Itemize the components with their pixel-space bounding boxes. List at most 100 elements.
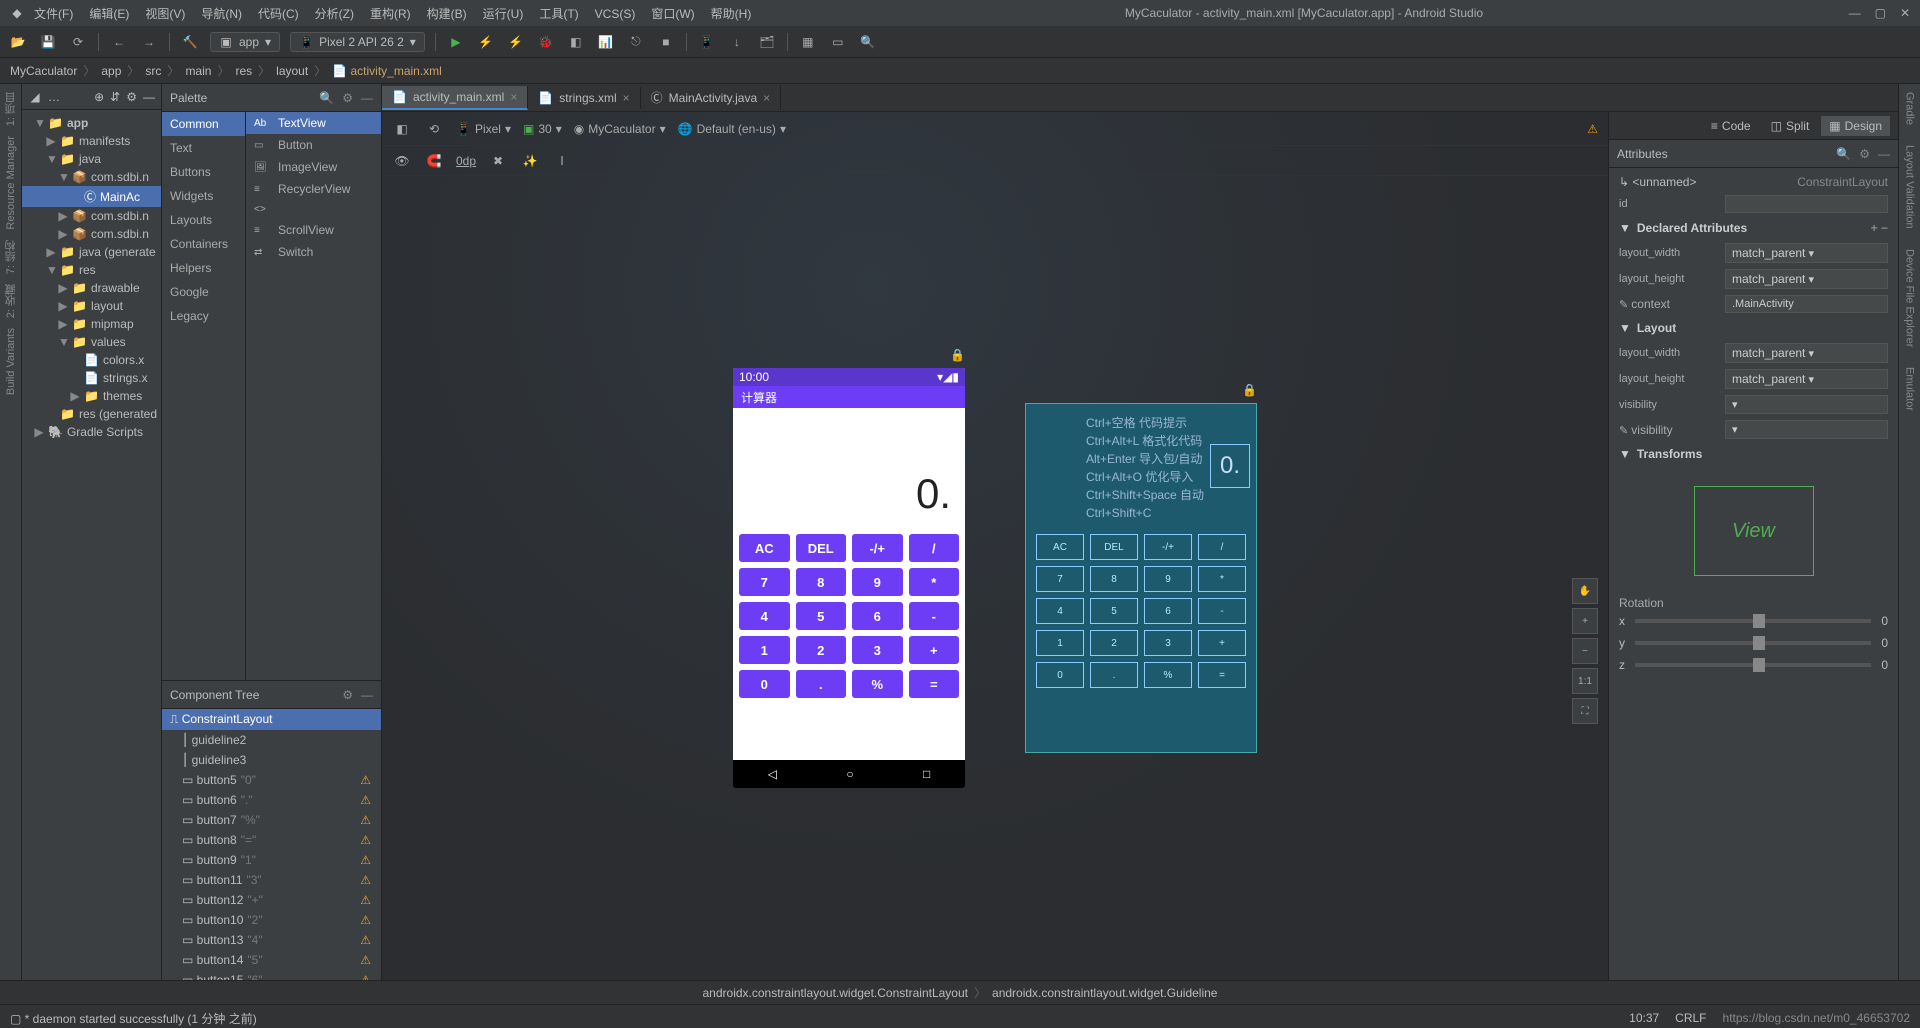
- palette-category[interactable]: Text: [162, 136, 245, 160]
- menu-item[interactable]: 分析(Z): [307, 5, 362, 23]
- component-tree-root[interactable]: ⎍ ConstraintLayout: [162, 709, 381, 730]
- palette-item[interactable]: ≡ScrollView: [246, 219, 381, 241]
- breadcrumb-item[interactable]: MyCaculator: [10, 64, 77, 78]
- breadcrumb-item[interactable]: main: [185, 64, 211, 78]
- run-config-combo[interactable]: ▣app▾: [210, 32, 280, 52]
- component-tree-item[interactable]: ▭ button11"3"⚠: [162, 870, 381, 890]
- eye-icon[interactable]: 👁: [392, 151, 412, 171]
- menu-item[interactable]: 工具(T): [531, 5, 586, 23]
- api-picker[interactable]: ▣30▾: [523, 122, 562, 136]
- open-icon[interactable]: 📂: [8, 32, 28, 52]
- layout-height-field[interactable]: match_parent ▾: [1725, 269, 1888, 289]
- run-icon[interactable]: ▶: [446, 32, 466, 52]
- tool-window-tab[interactable]: Gradle: [1904, 92, 1916, 125]
- pan-icon[interactable]: ✋: [1572, 578, 1598, 604]
- attach-icon[interactable]: ⎋: [626, 32, 646, 52]
- calc-key[interactable]: =: [909, 670, 960, 698]
- stop-icon[interactable]: ■: [656, 32, 676, 52]
- breadcrumb-item[interactable]: src: [145, 64, 161, 78]
- apply-code-icon[interactable]: ⚡: [506, 32, 526, 52]
- expand-icon[interactable]: ⇵: [110, 90, 120, 104]
- minimize-icon[interactable]: —: [361, 91, 373, 105]
- locale-picker[interactable]: 🌐Default (en-us)▾: [678, 122, 786, 136]
- design-view-button[interactable]: ▦ Design: [1821, 116, 1890, 136]
- tree-item[interactable]: ⒸMainAc: [22, 186, 161, 207]
- palette-item[interactable]: <>: [246, 200, 381, 219]
- component-tree-item[interactable]: ▭ button12"+"⚠: [162, 890, 381, 910]
- back-icon[interactable]: ←: [109, 32, 129, 52]
- palette-category[interactable]: Common: [162, 112, 245, 136]
- tree-item[interactable]: ▼📁values: [22, 333, 161, 351]
- editor-tab[interactable]: ⒸMainActivity.java×: [641, 85, 782, 110]
- component-tree-item[interactable]: ▭ button8"="⚠: [162, 830, 381, 850]
- tree-item[interactable]: ▼📁java: [22, 150, 161, 168]
- calc-key[interactable]: DEL: [796, 534, 847, 562]
- calc-key[interactable]: 3: [852, 636, 903, 664]
- calc-key[interactable]: 2: [796, 636, 847, 664]
- device-combo[interactable]: 📱Pixel 2 API 26 2▾: [290, 32, 425, 52]
- tool-window-tab[interactable]: 2: 收藏: [3, 284, 19, 318]
- tree-item[interactable]: 📄strings.x: [22, 369, 161, 387]
- search-icon[interactable]: 🔍: [319, 91, 334, 105]
- calc-key[interactable]: /: [909, 534, 960, 562]
- editor-tab[interactable]: 📄strings.xml×: [528, 87, 640, 109]
- palette-item[interactable]: 🖼ImageView: [246, 156, 381, 178]
- minimize-icon[interactable]: —: [1849, 6, 1861, 20]
- component-tree-item[interactable]: ▭ button7"%"⚠: [162, 810, 381, 830]
- tree-item[interactable]: ▶📦com.sdbi.n: [22, 207, 161, 225]
- layout-width-field[interactable]: match_parent ▾: [1725, 243, 1888, 263]
- calc-key[interactable]: 1: [739, 636, 790, 664]
- component-tree-item[interactable]: ▭ button15"6"⚠: [162, 970, 381, 980]
- tree-item[interactable]: ▼📦com.sdbi.n: [22, 168, 161, 186]
- component-tree-item[interactable]: ▭ button13"4"⚠: [162, 930, 381, 950]
- palette-item[interactable]: ⇄Switch: [246, 241, 381, 263]
- breadcrumb-item[interactable]: res: [235, 64, 252, 78]
- tree-item[interactable]: ▶📁themes: [22, 387, 161, 405]
- component-tree-item[interactable]: ▭ button10"2"⚠: [162, 910, 381, 930]
- sdk-icon[interactable]: ↓: [727, 32, 747, 52]
- tree-item[interactable]: ▼📁app: [22, 114, 161, 132]
- close-icon[interactable]: ✕: [1900, 6, 1910, 20]
- visibility-field[interactable]: ▾: [1725, 395, 1888, 414]
- calc-key[interactable]: 6: [852, 602, 903, 630]
- menu-item[interactable]: 视图(V): [137, 5, 193, 23]
- rotation-y-slider[interactable]: [1635, 641, 1871, 645]
- palette-category[interactable]: Google: [162, 280, 245, 304]
- calc-key[interactable]: AC: [739, 534, 790, 562]
- calc-key[interactable]: -: [909, 602, 960, 630]
- tool-window-tab[interactable]: Layout Validation: [1904, 145, 1916, 229]
- calc-key[interactable]: 4: [739, 602, 790, 630]
- orientation-icon[interactable]: ⟲: [424, 119, 444, 139]
- component-tree-item[interactable]: ▭ button5"0"⚠: [162, 770, 381, 790]
- palette-category[interactable]: Helpers: [162, 256, 245, 280]
- calc-key[interactable]: 7: [739, 568, 790, 596]
- sync-icon[interactable]: ⟳: [68, 32, 88, 52]
- tree-item[interactable]: 📄colors.x: [22, 351, 161, 369]
- minimize-icon[interactable]: —: [361, 688, 373, 702]
- calc-key[interactable]: 0: [739, 670, 790, 698]
- hide-icon[interactable]: —: [143, 90, 155, 104]
- tool-window-tab[interactable]: 7: 结构: [3, 240, 19, 274]
- calc-key[interactable]: *: [909, 568, 960, 596]
- menu-item[interactable]: 帮助(H): [703, 5, 760, 23]
- fit-icon[interactable]: ⛶: [1572, 698, 1598, 724]
- palette-item[interactable]: ▭Button: [246, 134, 381, 156]
- warning-icon[interactable]: ⚠: [1587, 122, 1598, 136]
- palette-category[interactable]: Buttons: [162, 160, 245, 184]
- breadcrumb-item[interactable]: 📄 activity_main.xml: [332, 64, 442, 78]
- tools-visibility-field[interactable]: ▾: [1725, 420, 1888, 439]
- component-tree-item[interactable]: ▭ button9"1"⚠: [162, 850, 381, 870]
- tree-item[interactable]: ▶📁mipmap: [22, 315, 161, 333]
- menu-item[interactable]: 运行(U): [475, 5, 532, 23]
- id-input[interactable]: [1725, 195, 1888, 213]
- calc-key[interactable]: -/+: [852, 534, 903, 562]
- apply-icon[interactable]: ⚡: [476, 32, 496, 52]
- avd-icon[interactable]: 📱: [697, 32, 717, 52]
- maximize-icon[interactable]: ▢: [1875, 6, 1886, 20]
- profile-icon[interactable]: 📊: [596, 32, 616, 52]
- emulator-icon[interactable]: ▭: [828, 32, 848, 52]
- palette-item[interactable]: AbTextView: [246, 112, 381, 134]
- tool-window-tab[interactable]: Device File Explorer: [1904, 249, 1916, 347]
- gear-icon[interactable]: ⚙: [342, 688, 353, 702]
- tool-window-tab[interactable]: Emulator: [1904, 367, 1916, 411]
